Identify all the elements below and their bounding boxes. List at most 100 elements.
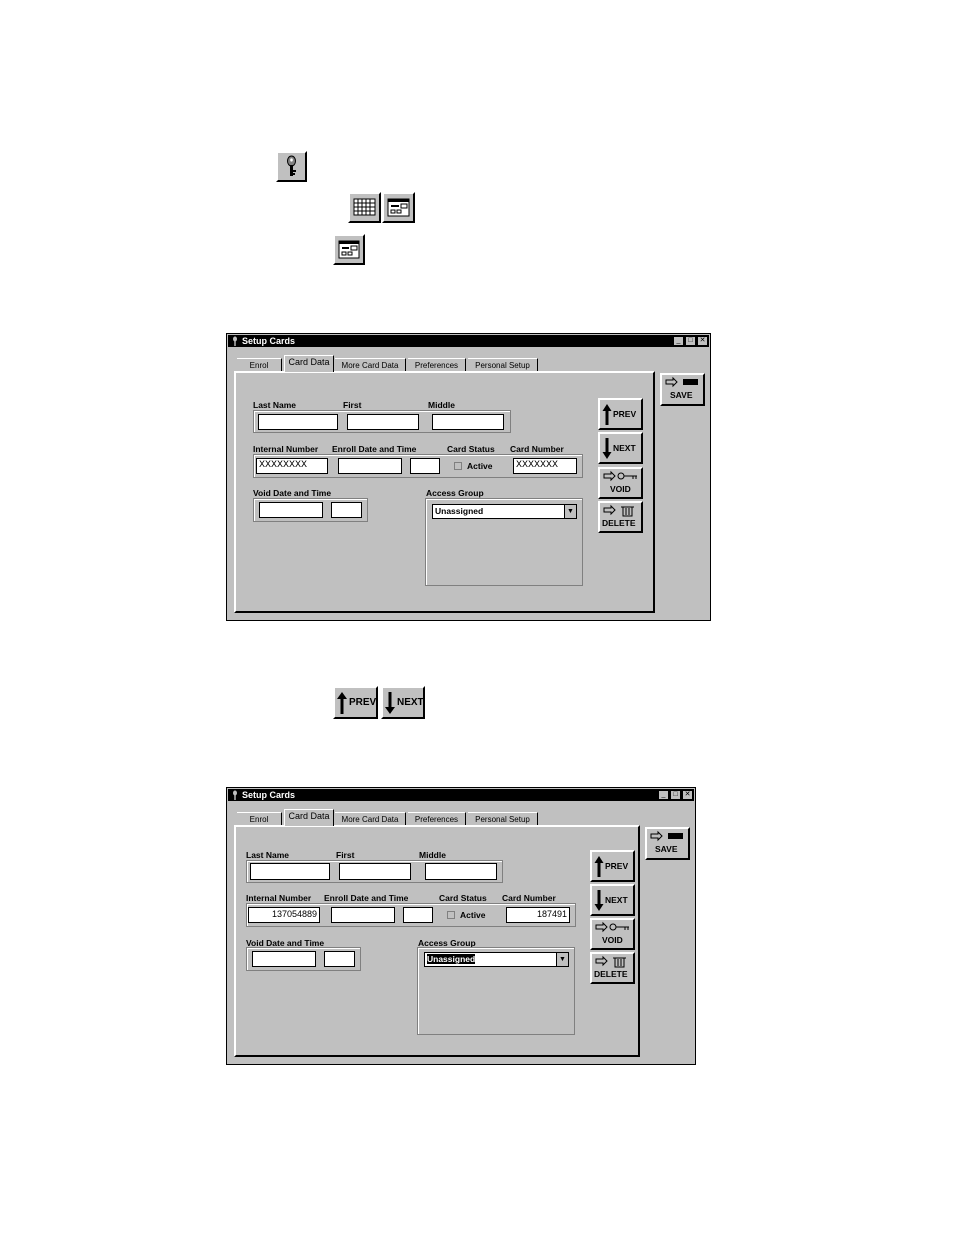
enroll-time-field[interactable] <box>410 458 440 474</box>
void-button[interactable]: VOID <box>598 467 643 499</box>
tab-personal-setup[interactable]: Personal Setup <box>468 812 538 826</box>
grid-view-button[interactable] <box>348 192 381 223</box>
internal-number-field[interactable]: 137054889 <box>248 907 320 923</box>
void-date-field[interactable] <box>259 502 323 518</box>
first-name-field[interactable] <box>339 863 411 880</box>
next-button[interactable]: NEXT <box>381 686 425 719</box>
tab-enrol[interactable]: Enrol <box>237 358 282 372</box>
void-time-field[interactable] <box>324 951 355 967</box>
minimize-button[interactable]: _ <box>658 790 669 800</box>
access-group-value: Unassigned <box>435 506 484 516</box>
maximize-button[interactable]: □ <box>670 790 681 800</box>
access-group-value: Unassigned <box>427 954 476 964</box>
enroll-time-field[interactable] <box>403 907 433 923</box>
tab-preferences[interactable]: Preferences <box>408 358 466 372</box>
enroll-date-field[interactable] <box>331 907 395 923</box>
card-data-panel: Last Name First Middle Internal Number E… <box>234 371 655 613</box>
delete-label: DELETE <box>594 969 628 979</box>
internal-number-label: Internal Number <box>253 444 319 454</box>
access-group-dropdown[interactable]: Unassigned ▼ <box>432 504 577 519</box>
setup-cards-window-2: Setup Cards _ □ ✕ Enrol Card Data More C… <box>226 787 696 1065</box>
window-title: Setup Cards <box>242 336 296 346</box>
first-label: First <box>336 850 355 860</box>
form-view-button[interactable] <box>382 192 415 223</box>
arrow-up-icon <box>594 856 604 877</box>
title-bar: Setup Cards _ □ ✕ <box>228 789 694 801</box>
card-number-field[interactable]: 187491 <box>506 907 570 923</box>
maximize-button[interactable]: □ <box>685 336 696 346</box>
tab-more-card-data[interactable]: More Card Data <box>335 812 406 826</box>
close-button[interactable]: ✕ <box>682 790 693 800</box>
prev-label: PREV <box>605 861 629 871</box>
delete-button[interactable]: DELETE <box>590 952 635 984</box>
arrow-key-icon <box>595 921 629 933</box>
key-icon <box>233 336 237 346</box>
chevron-down-icon[interactable]: ▼ <box>564 505 576 518</box>
middle-name-field[interactable] <box>425 863 497 880</box>
form-view-icon <box>338 240 360 259</box>
trash-icon <box>603 504 634 517</box>
key-icon <box>287 155 296 176</box>
key-button[interactable] <box>276 151 307 182</box>
last-name-field[interactable] <box>258 414 338 430</box>
title-bar: Setup Cards _ □ ✕ <box>228 335 709 347</box>
enroll-date-field[interactable] <box>338 458 402 474</box>
prev-record-button[interactable]: PREV <box>590 850 635 882</box>
card-status-label: Card Status <box>447 444 495 454</box>
internal-number-field[interactable]: XXXXXXXX <box>256 458 328 474</box>
void-label: VOID <box>602 935 623 945</box>
minimize-button[interactable]: _ <box>673 336 684 346</box>
tab-personal-setup[interactable]: Personal Setup <box>468 358 538 372</box>
delete-button[interactable]: DELETE <box>598 501 643 533</box>
card-status-label: Card Status <box>439 893 487 903</box>
tab-card-data[interactable]: Card Data <box>284 809 334 826</box>
arrow-up-icon <box>602 404 612 425</box>
close-button[interactable]: ✕ <box>697 336 708 346</box>
void-button[interactable]: VOID <box>590 918 635 950</box>
first-name-field[interactable] <box>347 414 419 430</box>
tab-preferences[interactable]: Preferences <box>408 812 466 826</box>
key-icon <box>233 790 237 800</box>
last-name-label: Last Name <box>253 400 296 410</box>
void-label: VOID <box>610 484 631 494</box>
void-time-field[interactable] <box>331 502 362 518</box>
prev-record-button[interactable]: PREV <box>598 398 643 430</box>
card-number-label: Card Number <box>502 893 556 903</box>
tab-enrol[interactable]: Enrol <box>237 812 282 826</box>
middle-name-field[interactable] <box>432 414 504 430</box>
arrow-key-icon <box>603 470 637 482</box>
tab-card-data[interactable]: Card Data <box>284 355 334 372</box>
save-button[interactable]: SAVE <box>645 827 690 860</box>
card-data-panel: Last Name First Middle Internal Number E… <box>234 825 640 1057</box>
active-checkbox[interactable] <box>447 911 455 919</box>
arrow-card-icon <box>650 830 683 842</box>
prev-label: PREV <box>613 409 637 419</box>
last-name-field[interactable] <box>250 863 330 880</box>
form-view-button-2[interactable] <box>333 234 365 265</box>
save-button[interactable]: SAVE <box>660 373 705 406</box>
card-number-field[interactable]: XXXXXXX <box>513 458 577 474</box>
next-label: NEXT <box>605 895 628 905</box>
arrow-down-icon <box>594 890 604 911</box>
void-date-field[interactable] <box>252 951 316 967</box>
prev-label: PREV <box>349 697 377 708</box>
delete-label: DELETE <box>602 518 636 528</box>
middle-label: Middle <box>419 850 446 860</box>
tab-more-card-data[interactable]: More Card Data <box>335 358 406 372</box>
prev-button[interactable]: PREV <box>333 686 378 719</box>
access-group-label: Access Group <box>426 488 484 498</box>
middle-label: Middle <box>428 400 455 410</box>
setup-cards-window: Setup Cards _ □ ✕ Enrol Card Data More C… <box>226 333 711 621</box>
arrow-down-icon <box>602 438 612 459</box>
next-record-button[interactable]: NEXT <box>590 884 635 916</box>
save-label: SAVE <box>670 390 693 400</box>
active-label: Active <box>460 910 486 920</box>
chevron-down-icon[interactable]: ▼ <box>556 953 568 966</box>
arrow-up-icon <box>337 692 347 714</box>
enroll-date-label: Enroll Date and Time <box>324 893 409 903</box>
active-checkbox[interactable] <box>454 462 462 470</box>
access-group-dropdown[interactable]: Unassigned ▼ <box>424 952 569 967</box>
arrow-card-icon <box>665 376 698 388</box>
next-label: NEXT <box>397 697 424 708</box>
next-record-button[interactable]: NEXT <box>598 432 643 464</box>
